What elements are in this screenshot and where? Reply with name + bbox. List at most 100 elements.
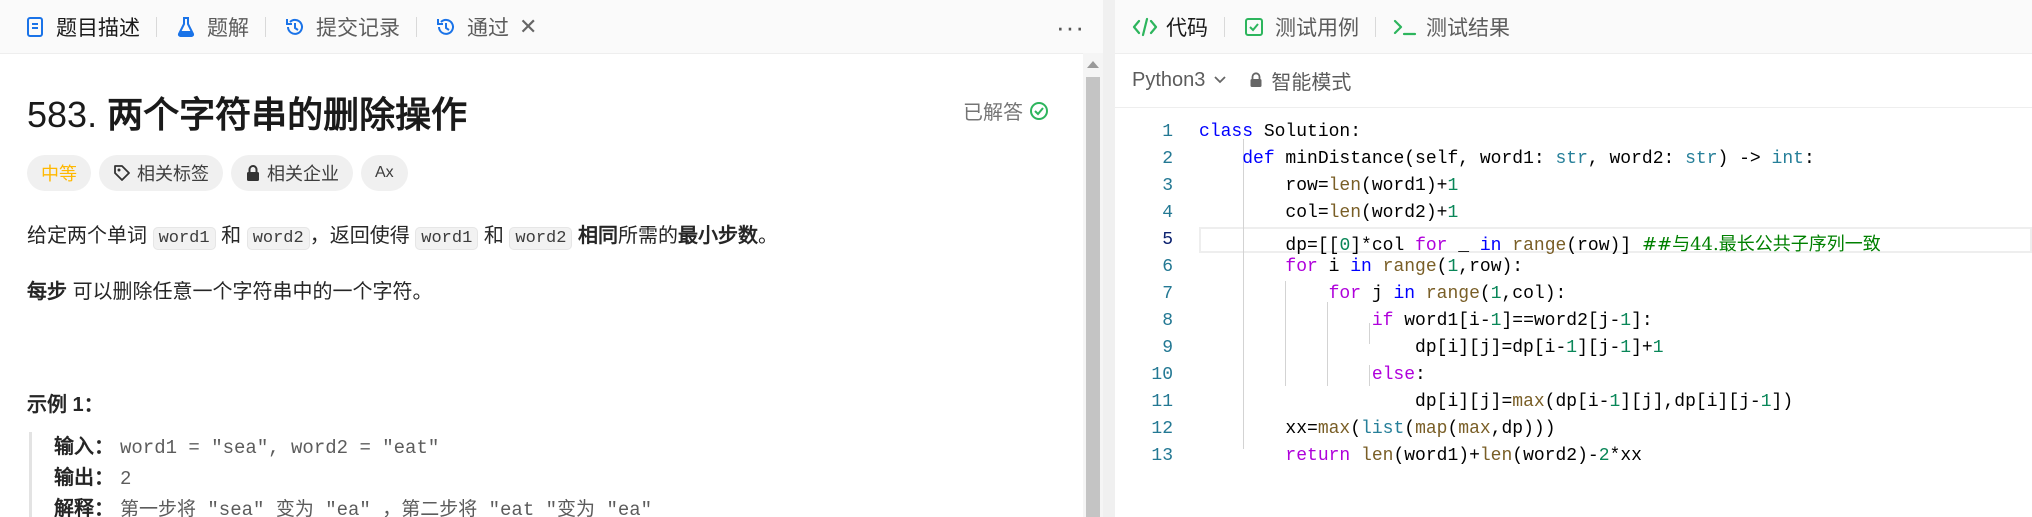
input-label: 输入：	[54, 436, 114, 458]
related-companies-button[interactable]: 相关企业	[231, 155, 353, 191]
scrollbar[interactable]	[1083, 53, 1103, 517]
tag-row: 中等 相关标签 相关企业 Ax	[27, 155, 408, 191]
scroll-up-arrow-icon[interactable]	[1087, 61, 1099, 68]
related-tags-button[interactable]: 相关标签	[99, 155, 223, 191]
tab-accepted[interactable]: 通过 ✕	[433, 12, 537, 42]
history-icon	[433, 14, 459, 40]
desc-bold: 相同	[578, 225, 618, 247]
smart-mode-toggle[interactable]: 智能模式	[1249, 66, 1351, 95]
tab-label: 提交记录	[316, 16, 400, 40]
desc-text: 所需的	[618, 225, 678, 247]
line-number: 7	[1162, 284, 1173, 304]
desc-bold: 最小步数	[678, 225, 758, 247]
translate-icon: Ax	[375, 164, 394, 181]
terminal-icon	[1392, 14, 1418, 40]
code-line: for j in range(1,col):	[1328, 284, 1567, 304]
code-tabbar: 代码 测试用例 测试结果	[1115, 0, 2032, 54]
translate-button[interactable]: Ax	[361, 155, 408, 191]
line-number: 5	[1162, 230, 1173, 250]
problem-note: 每步 可以删除任意一个字符串中的一个字符。	[27, 275, 433, 304]
description-icon	[22, 14, 48, 40]
check-circle-icon	[1029, 101, 1049, 121]
code-line: row=len(word1)+1	[1199, 176, 1459, 196]
chevron-down-icon	[1213, 75, 1227, 85]
tab-solutions[interactable]: 题解	[173, 12, 249, 42]
inline-code: word1	[415, 227, 479, 250]
code-panel: 代码 测试用例 测试结果 Python3 智能模式 1 2 3 4 5 6 7 …	[1115, 0, 2032, 517]
explain-value: 第一步将 "sea" 变为 "ea" ，第二步将 "eat "变为 "ea"	[120, 499, 653, 517]
problem-title: 两个字符串的删除操作	[107, 94, 468, 135]
example-explanation: 解释： 第一步将 "sea" 变为 "ea" ，第二步将 "eat "变为 "ea…	[54, 494, 652, 517]
tab-label: 代码	[1166, 16, 1208, 40]
desc-text: 给定两个单词	[27, 225, 147, 247]
output-value: 2	[120, 468, 132, 490]
line-number: 2	[1162, 149, 1173, 169]
line-number: 3	[1162, 176, 1173, 196]
tab-test-results[interactable]: 测试结果	[1392, 12, 1510, 42]
tab-submissions[interactable]: 提交记录	[282, 12, 400, 42]
editor-toolbar: Python3 智能模式	[1115, 53, 2032, 108]
output-label: 输出：	[54, 467, 114, 489]
problem-description: 给定两个单词 word1 和 word2 ，返回使得 word1 和 word2 …	[27, 219, 778, 250]
desc-text: 。	[758, 225, 778, 247]
input-value: word1 = "sea", word2 = "eat"	[120, 437, 440, 459]
example-block: 输入： word1 = "sea", word2 = "eat" 输出： 2 解释：…	[29, 432, 652, 517]
page-title: 583. 两个字符串的删除操作	[27, 86, 467, 138]
solved-status: 已解答	[963, 96, 1049, 125]
inline-code: word2	[246, 227, 310, 250]
line-number: 4	[1162, 203, 1173, 223]
history-icon	[282, 14, 308, 40]
close-icon[interactable]: ✕	[519, 14, 537, 40]
scrollbar-thumb[interactable]	[1086, 77, 1100, 517]
tab-testcases[interactable]: 测试用例	[1241, 12, 1359, 42]
code-line: dp[i][j]=dp[i-1][j-1]+1	[1199, 338, 1664, 358]
code-icon	[1132, 14, 1158, 40]
code-line: if word1[i-1]==word2[j-1]:	[1371, 311, 1653, 331]
code-line: return len(word1)+len(word2)-2*xx	[1285, 446, 1642, 466]
example-title: 示例 1：	[27, 394, 104, 416]
tab-divider	[1224, 16, 1225, 37]
line-number: 11	[1151, 392, 1173, 412]
code-line: else:	[1371, 365, 1426, 385]
code-line: for i in range(1,row):	[1285, 257, 1524, 277]
explain-label: 解释：	[54, 498, 114, 517]
code-editor[interactable]: 1 2 3 4 5 6 7 8 9 10 11 12 13 class Solu…	[1115, 108, 2032, 517]
line-number: 13	[1151, 446, 1173, 466]
code-line: col=len(word2)+1	[1199, 203, 1459, 223]
tab-label: 测试用例	[1275, 16, 1359, 40]
desc-text: ，返回使得	[309, 225, 410, 247]
problem-number: 583.	[27, 94, 98, 135]
desc-text: 和	[483, 225, 504, 247]
desc-text: 和	[221, 225, 242, 247]
tag-label: 相关企业	[267, 164, 339, 184]
line-number: 9	[1162, 338, 1173, 358]
flask-icon	[173, 14, 199, 40]
code-line: xx=max(list(map(max,dp)))	[1199, 419, 1556, 439]
checkbox-icon	[1241, 14, 1267, 40]
code-line: dp[i][j]=max(dp[i-1][j],dp[i][j-1])	[1199, 392, 1794, 412]
line-number: 6	[1162, 257, 1173, 277]
tab-description[interactable]: 题目描述	[22, 12, 140, 42]
code-line: dp=[[0]*col for _ in range(row)] ##与44.最…	[1199, 234, 1881, 256]
tab-label: 测试结果	[1426, 16, 1510, 40]
difficulty-badge[interactable]: 中等	[27, 155, 91, 191]
tab-code[interactable]: 代码	[1132, 12, 1208, 42]
note-bold: 每步	[27, 281, 67, 303]
tag-icon	[113, 164, 131, 182]
note-text: 可以删除任意一个字符串中的一个字符。	[72, 281, 433, 303]
line-number: 1	[1162, 122, 1173, 142]
lock-icon	[1249, 72, 1263, 88]
more-options-icon[interactable]: ···	[1056, 12, 1085, 43]
tab-divider	[1375, 16, 1376, 37]
lock-icon	[245, 164, 261, 182]
problem-panel: 题目描述 题解 提交记录 通过 ✕ ··· 583. 两个字符串的删除操作 已解…	[0, 0, 1103, 517]
smart-mode-label: 智能模式	[1271, 71, 1352, 94]
language-select[interactable]: Python3	[1132, 69, 1227, 92]
language-label: Python3	[1132, 68, 1206, 91]
problem-tabbar: 题目描述 题解 提交记录 通过 ✕ ···	[0, 0, 1103, 54]
example-output: 输出： 2	[54, 463, 652, 494]
line-number: 12	[1151, 419, 1173, 439]
example-input: 输入： word1 = "sea", word2 = "eat"	[54, 432, 652, 463]
inline-code: word2	[509, 227, 573, 250]
tab-divider	[416, 16, 417, 37]
